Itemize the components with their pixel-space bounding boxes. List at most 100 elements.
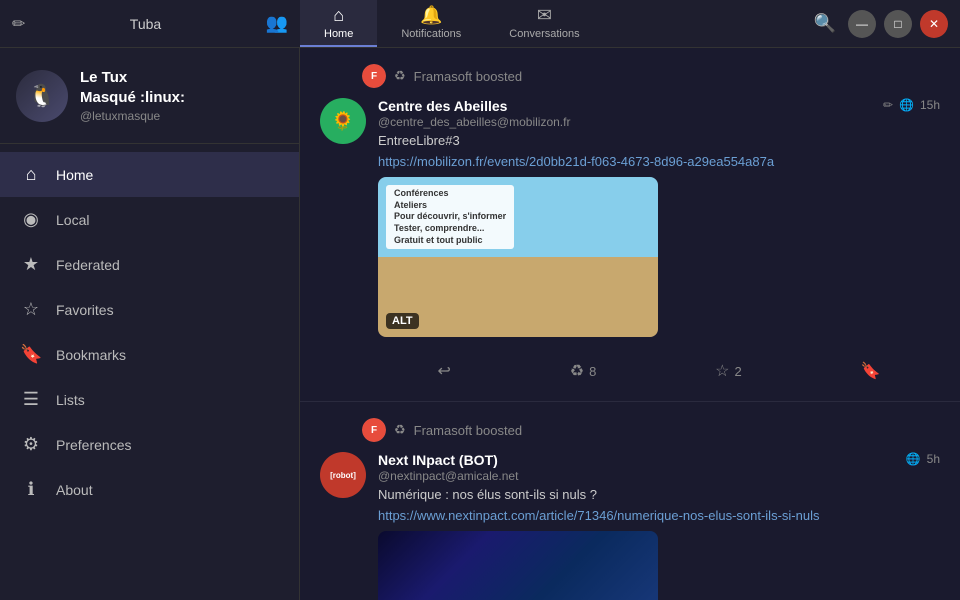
- boost-button[interactable]: ♻ 8: [562, 357, 605, 385]
- sidebar-item-preferences-label: Preferences: [56, 437, 131, 453]
- tab-notifications[interactable]: 🔔 Notifications: [377, 0, 485, 47]
- close-button[interactable]: ✕: [920, 10, 948, 38]
- profile-info: Le Tux Masqué :linux: @letuxmasque: [80, 68, 185, 123]
- post-author-avatar: [robot]: [320, 452, 366, 498]
- booster-avatar: F: [362, 418, 386, 442]
- search-icon[interactable]: 🔍: [810, 9, 840, 38]
- tab-conversations-label: Conversations: [509, 28, 579, 40]
- post-time: 15h: [920, 98, 940, 112]
- compose-icon[interactable]: ✏: [12, 14, 25, 34]
- federated-icon: ★: [20, 254, 42, 275]
- post-meta: ✏ 🌐 15h: [883, 98, 940, 112]
- tab-home[interactable]: ⌂ Home: [300, 0, 377, 47]
- home-icon: ⌂: [20, 164, 42, 185]
- post-author-handle: @nextinpact@amicale.net: [378, 469, 518, 483]
- app-title: Tuba: [37, 16, 253, 32]
- sidebar-item-local-label: Local: [56, 212, 89, 228]
- sidebar-item-bookmarks[interactable]: 🔖 Bookmarks: [0, 332, 299, 377]
- post-body: Next INpact (BOT) @nextinpact@amicale.ne…: [378, 452, 940, 600]
- post-card: F ♻ Framasoft boosted [robot] Next INpac…: [300, 402, 960, 600]
- post-image: [378, 531, 658, 600]
- local-icon: ◉: [20, 209, 42, 230]
- favorite-count: 2: [735, 364, 742, 379]
- main-layout: 🐧 Le Tux Masqué :linux: @letuxmasque ⌂ H…: [0, 48, 960, 600]
- avatar: 🐧: [16, 70, 68, 122]
- post-actions: ↩ ♻ 8 ☆ 2 🔖: [378, 349, 940, 385]
- post-link[interactable]: https://mobilizon.fr/events/2d0bb21d-f06…: [378, 154, 940, 169]
- bookmark-button[interactable]: 🔖: [853, 357, 889, 385]
- boost-text: Framasoft boosted: [414, 423, 522, 438]
- preferences-icon: ⚙: [20, 434, 42, 455]
- post-body: Centre des Abeilles @centre_des_abeilles…: [378, 98, 940, 385]
- post-tag: EntreeLibre#3: [378, 133, 940, 148]
- booster-avatar-image: F: [362, 64, 386, 88]
- people-icon[interactable]: 👥: [266, 13, 288, 34]
- maximize-button[interactable]: □: [884, 10, 912, 38]
- sidebar-item-about[interactable]: ℹ About: [0, 467, 299, 512]
- post-image-inner: ConférencesAteliersPour découvrir, s'inf…: [378, 177, 658, 337]
- booster-avatar: F: [362, 64, 386, 88]
- reply-button[interactable]: ↩: [429, 357, 458, 385]
- bookmark-icon: 🔖: [861, 361, 881, 381]
- tab-home-label: Home: [324, 28, 353, 40]
- sidebar-item-local[interactable]: ◉ Local: [0, 197, 299, 242]
- post-author-name: Next INpact (BOT): [378, 452, 518, 468]
- alt-badge: ALT: [386, 313, 419, 329]
- post-main: 🌻 Centre des Abeilles @centre_des_abeill…: [320, 98, 940, 385]
- sidebar-item-about-label: About: [56, 482, 93, 498]
- post-author-info: Next INpact (BOT) @nextinpact@amicale.ne…: [378, 452, 518, 483]
- post-author-avatar-image: [robot]: [330, 471, 356, 480]
- sidebar-item-favorites[interactable]: ☆ Favorites: [0, 287, 299, 332]
- sidebar-item-preferences[interactable]: ⚙ Preferences: [0, 422, 299, 467]
- notifications-icon: 🔔: [420, 5, 442, 26]
- globe-icon: 🌐: [906, 452, 921, 466]
- post-author-info: Centre des Abeilles @centre_des_abeilles…: [378, 98, 570, 129]
- sidebar-item-home[interactable]: ⌂ Home: [0, 152, 299, 197]
- image-label: ConférencesAteliersPour découvrir, s'inf…: [386, 185, 514, 249]
- post-author-avatar-image: 🌻: [332, 111, 354, 132]
- boost-icon: ♻: [394, 422, 406, 438]
- boost-row: F ♻ Framasoft boosted: [320, 64, 940, 88]
- edit-icon[interactable]: ✏: [883, 98, 893, 112]
- conversations-icon: ✉: [537, 5, 552, 26]
- sidebar-nav: ⌂ Home ◉ Local ★ Federated ☆ Favorites 🔖…: [0, 144, 299, 600]
- minimize-button[interactable]: —: [848, 10, 876, 38]
- profile-section[interactable]: 🐧 Le Tux Masqué :linux: @letuxmasque: [0, 48, 299, 144]
- boost-text: Framasoft boosted: [414, 69, 522, 84]
- titlebar-right: 🔍 — □ ✕: [798, 9, 960, 38]
- boost-action-icon: ♻: [570, 361, 584, 381]
- sidebar-item-federated[interactable]: ★ Federated: [0, 242, 299, 287]
- globe-icon: 🌐: [899, 98, 914, 112]
- profile-name: Le Tux Masqué :linux:: [80, 68, 185, 107]
- sidebar-item-lists[interactable]: ☰ Lists: [0, 377, 299, 422]
- post-time: 5h: [927, 452, 940, 466]
- post-link[interactable]: https://www.nextinpact.com/article/71346…: [378, 508, 940, 523]
- booster-avatar-image: F: [362, 418, 386, 442]
- favorite-button[interactable]: ☆ 2: [707, 357, 750, 385]
- boost-count: 8: [589, 364, 596, 379]
- post-header: Next INpact (BOT) @nextinpact@amicale.ne…: [378, 452, 940, 483]
- sidebar: 🐧 Le Tux Masqué :linux: @letuxmasque ⌂ H…: [0, 48, 300, 600]
- titlebar-left: ✏ Tuba 👥: [0, 13, 300, 34]
- profile-handle: @letuxmasque: [80, 109, 185, 123]
- tab-conversations[interactable]: ✉ Conversations: [485, 0, 603, 47]
- sidebar-item-lists-label: Lists: [56, 392, 85, 408]
- sidebar-item-favorites-label: Favorites: [56, 302, 114, 318]
- home-icon: ⌂: [333, 5, 344, 26]
- reply-icon: ↩: [437, 361, 450, 381]
- favorite-icon: ☆: [715, 361, 729, 381]
- post-header: Centre des Abeilles @centre_des_abeilles…: [378, 98, 940, 129]
- avatar-image: 🐧: [16, 70, 68, 122]
- post-meta: 🌐 5h: [906, 452, 940, 466]
- favorites-icon: ☆: [20, 299, 42, 320]
- lists-icon: ☰: [20, 389, 42, 410]
- feed-content: F ♻ Framasoft boosted 🌻 Centre des Abeil…: [300, 48, 960, 600]
- post-card: F ♻ Framasoft boosted 🌻 Centre des Abeil…: [300, 48, 960, 402]
- sidebar-item-federated-label: Federated: [56, 257, 120, 273]
- post-main: [robot] Next INpact (BOT) @nextinpact@am…: [320, 452, 940, 600]
- post-author-handle: @centre_des_abeilles@mobilizon.fr: [378, 115, 570, 129]
- boost-icon: ♻: [394, 68, 406, 84]
- boost-row: F ♻ Framasoft boosted: [320, 418, 940, 442]
- post-author-name: Centre des Abeilles: [378, 98, 570, 114]
- sidebar-item-home-label: Home: [56, 167, 93, 183]
